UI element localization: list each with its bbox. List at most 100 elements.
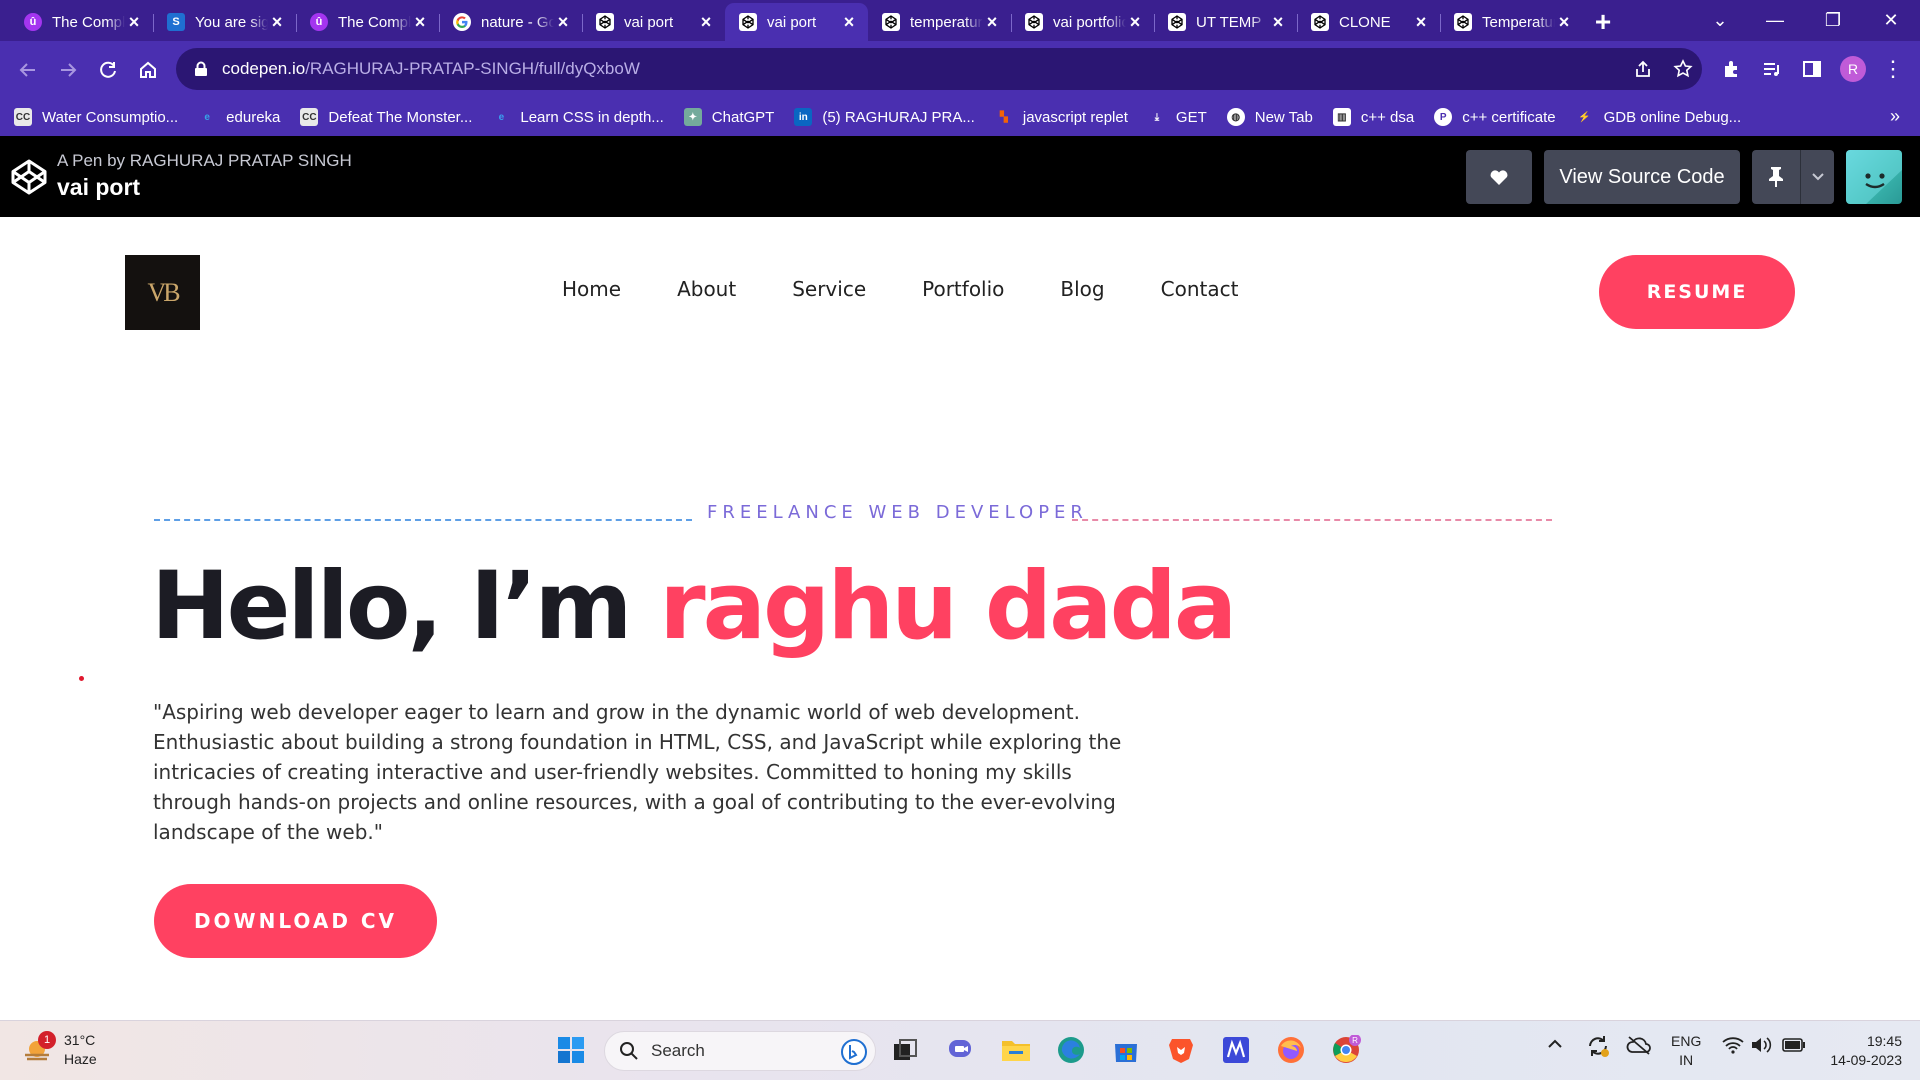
minimize-button[interactable]: —: [1752, 0, 1798, 41]
address-bar[interactable]: codepen.io/RAGHURAJ-PRATAP-SINGH/full/dy…: [176, 48, 1702, 90]
more-bookmarks-button[interactable]: »: [1890, 106, 1900, 127]
chevron-down-icon[interactable]: [1800, 150, 1834, 204]
share-icon[interactable]: [1628, 49, 1658, 89]
nav-home[interactable]: Home: [562, 277, 621, 301]
taskbar-search[interactable]: Search: [604, 1031, 876, 1071]
browser-tab[interactable]: û The Complete×: [10, 3, 153, 41]
love-button[interactable]: [1466, 150, 1532, 204]
tab-close-icon[interactable]: ×: [411, 13, 429, 31]
onedrive-offline-icon[interactable]: [1626, 1034, 1652, 1059]
microsoft-store-icon[interactable]: [1109, 1033, 1143, 1067]
tab-close-icon[interactable]: ×: [983, 13, 1001, 31]
browser-tab[interactable]: vai portfolio ×: [1011, 3, 1154, 41]
battery-icon[interactable]: [1782, 1038, 1806, 1055]
windows-start-icon[interactable]: [554, 1033, 588, 1067]
download-cv-button[interactable]: DOWNLOAD CV: [154, 884, 437, 958]
menu-kebab-icon[interactable]: ⋮: [1878, 49, 1908, 89]
firefox-icon[interactable]: [1274, 1033, 1308, 1067]
language-indicator[interactable]: ENG IN: [1671, 1032, 1701, 1070]
tab-close-icon[interactable]: ×: [554, 13, 572, 31]
nav-portfolio[interactable]: Portfolio: [922, 277, 1004, 301]
app-m-icon[interactable]: [1219, 1033, 1253, 1067]
bookmark-label: Learn CSS in depth...: [520, 108, 664, 126]
close-window-button[interactable]: ✕: [1866, 0, 1916, 41]
tab-search-chevron-icon[interactable]: ⌄: [1700, 0, 1740, 41]
tab-close-icon[interactable]: ×: [697, 13, 715, 31]
reload-button[interactable]: [88, 50, 128, 90]
user-avatar[interactable]: [1846, 150, 1902, 204]
edureka-icon: e: [204, 111, 210, 123]
tab-close-icon[interactable]: ×: [840, 13, 858, 31]
resume-button[interactable]: RESUME: [1599, 255, 1795, 329]
lock-icon[interactable]: [194, 61, 208, 77]
sync-icon[interactable]: [1586, 1034, 1610, 1061]
bookmark-item[interactable]: in (5) RAGHURAJ PRA...: [794, 108, 975, 126]
nav-about[interactable]: About: [677, 277, 736, 301]
back-button[interactable]: [8, 50, 48, 90]
bookmark-item[interactable]: CC Defeat The Monster...: [300, 108, 472, 126]
home-button[interactable]: [128, 50, 168, 90]
browser-tab[interactable]: S You are signed×: [153, 3, 296, 41]
forward-button[interactable]: [48, 50, 88, 90]
browser-tab[interactable]: UT TEMP ×: [1154, 3, 1297, 41]
edge-browser-icon[interactable]: [1054, 1033, 1088, 1067]
browser-tab[interactable]: û The Complete×: [296, 3, 439, 41]
nav-blog[interactable]: Blog: [1060, 277, 1104, 301]
bookmark-item[interactable]: ▚ javascript replet: [995, 108, 1128, 126]
weather-haze-icon: 1: [22, 1031, 56, 1065]
site-logo[interactable]: VB: [125, 255, 200, 330]
codepen-logo-icon[interactable]: [10, 158, 48, 201]
brave-browser-icon[interactable]: [1164, 1033, 1198, 1067]
tab-close-icon[interactable]: ×: [1412, 13, 1430, 31]
weather-widget[interactable]: 1 31°C Haze: [22, 1031, 97, 1069]
file-explorer-icon[interactable]: [999, 1033, 1033, 1067]
wifi-icon[interactable]: [1722, 1036, 1744, 1057]
browser-tab[interactable]: CLONE ×: [1297, 3, 1440, 41]
tab-close-icon[interactable]: ×: [1555, 13, 1573, 31]
codepen-icon: [596, 13, 614, 31]
view-source-button[interactable]: View Source Code: [1544, 150, 1740, 204]
nav-contact[interactable]: Contact: [1161, 277, 1239, 301]
bookmark-item[interactable]: CC Water Consumptio...: [14, 108, 178, 126]
tab-close-icon[interactable]: ×: [1269, 13, 1287, 31]
chrome-icon[interactable]: R: [1329, 1033, 1363, 1067]
browser-tab[interactable]: vai port ×: [582, 3, 725, 41]
volume-icon[interactable]: [1750, 1036, 1772, 1057]
system-clock[interactable]: 19:45 14-09-2023: [1830, 1032, 1902, 1070]
bookmark-star-icon[interactable]: [1668, 49, 1698, 89]
browser-toolbar: codepen.io/RAGHURAJ-PRATAP-SINGH/full/dy…: [0, 41, 1920, 98]
bookmark-item[interactable]: ◍ New Tab: [1226, 108, 1313, 126]
tab-close-icon[interactable]: ×: [125, 13, 143, 31]
browser-tab[interactable]: nature - Google×: [439, 3, 582, 41]
media-queue-icon[interactable]: [1756, 49, 1788, 89]
task-view-icon[interactable]: [888, 1033, 922, 1067]
browser-tab[interactable]: Temperature×: [1440, 3, 1583, 41]
weather-desc: Haze: [64, 1051, 97, 1067]
side-panel-icon[interactable]: [1796, 49, 1828, 89]
bookmark-item[interactable]: Pc++ certificate: [1434, 108, 1556, 126]
restore-button[interactable]: ❐: [1810, 0, 1856, 41]
bookmark-item[interactable]: e edureka: [198, 108, 280, 126]
bookmark-item[interactable]: ✦ ChatGPT: [683, 108, 774, 126]
profile-avatar[interactable]: R: [1836, 49, 1870, 89]
bookmark-item[interactable]: ▥ c++ dsa: [1332, 108, 1414, 126]
bookmark-item[interactable]: ⤓ GET: [1148, 108, 1207, 126]
tagline-row: FREELANCE WEB DEVELOPER: [154, 500, 1574, 530]
show-hidden-icons-chevron-icon[interactable]: [1547, 1037, 1563, 1053]
browser-tab[interactable]: temperature ×: [868, 3, 1011, 41]
tab-close-icon[interactable]: ×: [1126, 13, 1144, 31]
pin-button[interactable]: [1752, 150, 1834, 204]
nav-service[interactable]: Service: [792, 277, 866, 301]
bookmark-item[interactable]: e Learn CSS in depth...: [492, 108, 664, 126]
bookmark-label: GET: [1175, 108, 1207, 126]
browser-tab[interactable]: vai port ×: [725, 3, 868, 41]
teams-chat-icon[interactable]: [944, 1033, 978, 1067]
extensions-puzzle-icon[interactable]: [1716, 49, 1748, 89]
tab-close-icon[interactable]: ×: [268, 13, 286, 31]
bing-icon[interactable]: [841, 1039, 867, 1065]
bookmark-label: edureka: [226, 108, 281, 126]
bookmark-item[interactable]: ⚡ GDB online Debug...: [1576, 108, 1741, 126]
profile-initial: R: [1840, 56, 1866, 82]
new-tab-button[interactable]: +: [1583, 3, 1623, 41]
tab-title: UT TEMP: [1196, 13, 1262, 31]
